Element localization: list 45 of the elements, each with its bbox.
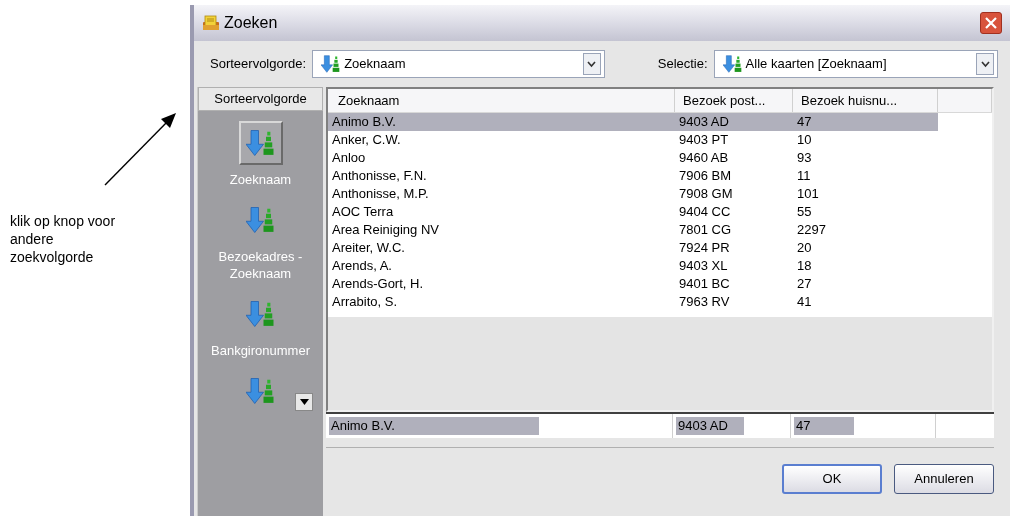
sort-icon [245, 204, 276, 236]
table-row[interactable]: Arends-Gort, H. 9401 BC 27 [328, 275, 938, 293]
scroll-down-button[interactable] [295, 393, 313, 411]
annotation-text: klik op knop voor andere zoekvolgorde [10, 212, 117, 266]
table-row[interactable]: Anloo 9460 AB 93 [328, 149, 938, 167]
sort-order-label: Bezoekadres - Zoeknaam [217, 248, 304, 282]
search-field[interactable]: 47 [791, 414, 936, 438]
search-field[interactable]: 9403 AD [673, 414, 791, 438]
table-row[interactable]: Arends, A. 9403 XL 18 [328, 257, 938, 275]
close-icon [984, 16, 998, 30]
table-row[interactable]: AOC Terra 9404 CC 55 [328, 203, 938, 221]
sort-order-label: Zoeknaam [228, 171, 293, 188]
column-header[interactable]: Zoeknaam [328, 89, 675, 112]
sort-order-label: Bankgironummer [210, 342, 311, 359]
sort-icon [722, 53, 743, 75]
sort-label: Sorteervolgorde: [210, 55, 307, 74]
selection-combo[interactable]: Alle kaarten [Zoeknaam] [713, 50, 998, 78]
table-row[interactable]: Arrabito, S. 7963 RV 41 [328, 293, 938, 311]
sort-icon [245, 298, 276, 330]
table-row[interactable]: Area Reiniging NV 7801 CG 2297 [328, 221, 938, 239]
chevron-down-icon [980, 60, 990, 68]
table-row[interactable]: Anker, C.W. 9403 PT 10 [328, 131, 938, 149]
sort-combo[interactable]: Zoeknaam [312, 50, 605, 78]
dropdown-button[interactable] [582, 53, 601, 75]
sort-icon [245, 127, 276, 159]
folder-icon [202, 14, 220, 32]
dropdown-button[interactable] [976, 53, 994, 75]
table-row[interactable]: Anthonisse, M.P. 7908 GM 101 [328, 185, 938, 203]
sort-icon [245, 375, 276, 407]
chevron-down-icon [587, 60, 597, 68]
sidebar-header-button[interactable]: Sorteervolgorde [198, 87, 323, 111]
table-row[interactable]: Anthonisse, F.N. 7906 BM 11 [328, 167, 938, 185]
table-row[interactable]: Areiter, W.C. 7924 PR 20 [328, 239, 938, 257]
column-header[interactable]: Bezoek huisnu... [793, 89, 938, 112]
triangle-down-icon [299, 399, 309, 405]
table-row[interactable]: Animo B.V. 9403 AD 47 [328, 113, 938, 131]
search-field[interactable]: Animo B.V. [326, 414, 673, 438]
column-header[interactable]: Bezoek post... [675, 89, 793, 112]
ok-button[interactable]: OK [782, 464, 882, 494]
selection-label: Selectie: [657, 55, 708, 74]
window-title: Zoeken [224, 13, 279, 33]
sort-icon [321, 53, 342, 75]
cancel-button[interactable]: Annuleren [894, 464, 994, 494]
close-button[interactable] [980, 12, 1002, 34]
sort-order-button[interactable] [238, 121, 283, 165]
